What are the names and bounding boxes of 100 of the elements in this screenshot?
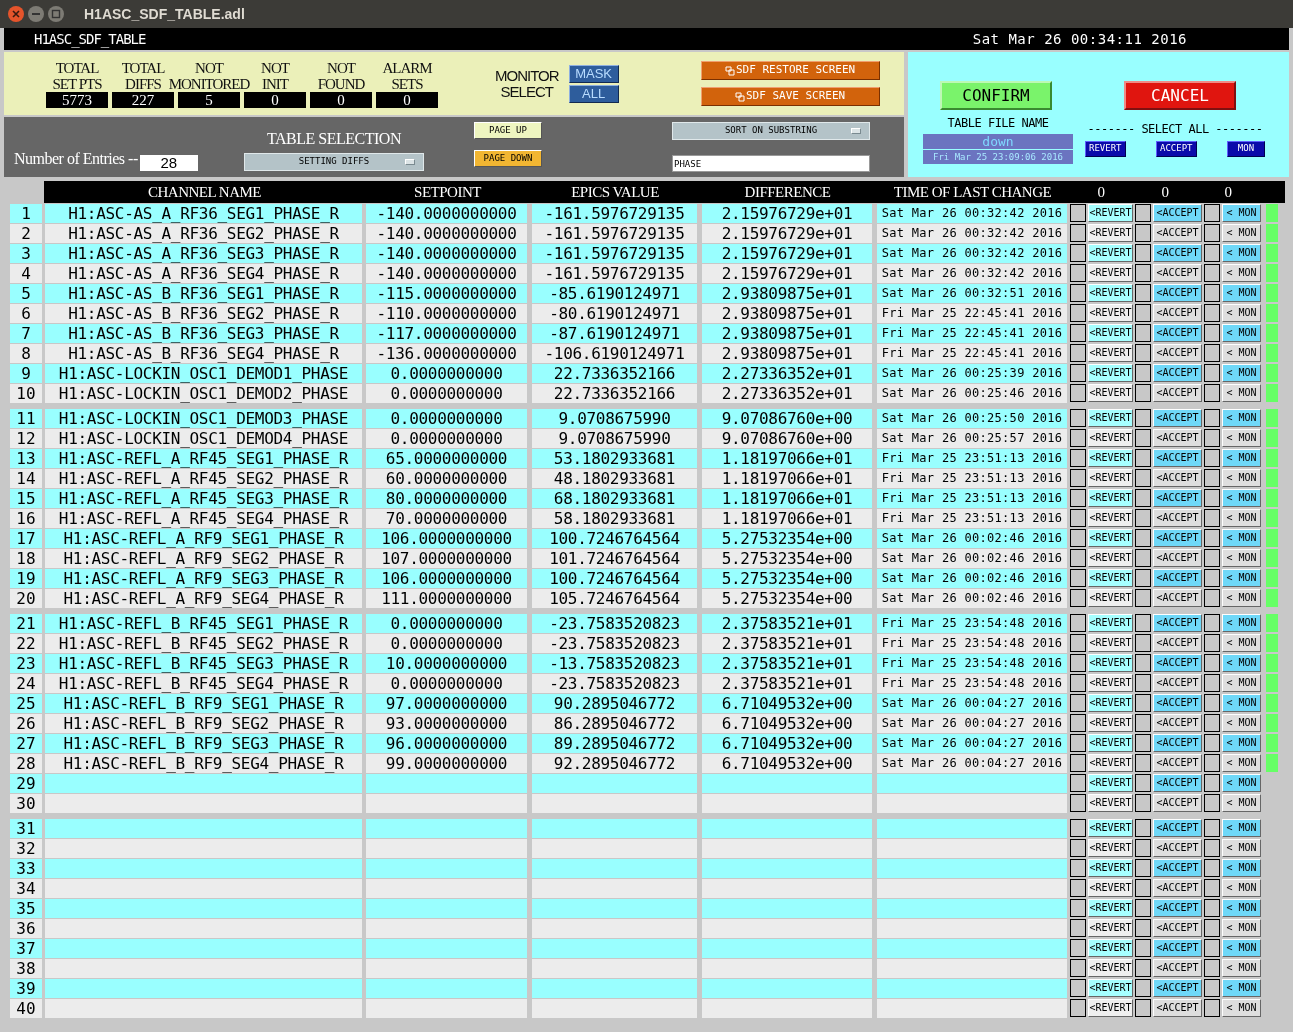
checkbox[interactable] [1070,794,1086,812]
revert-button[interactable]: <REVERT [1088,794,1133,812]
accept-button[interactable]: <ACCEPT [1153,734,1202,752]
monitor-option-button[interactable]: MASK [568,64,619,83]
revert-button[interactable]: <REVERT [1088,384,1133,402]
sort-dropdown[interactable]: SORT ON SUBSTRING [672,122,870,140]
revert-button[interactable]: <REVERT [1088,734,1133,752]
revert-button[interactable]: <REVERT [1088,589,1133,607]
monitor-button[interactable]: < MON [1222,899,1261,917]
revert-button[interactable]: <REVERT [1088,409,1133,427]
revert-button[interactable]: <REVERT [1088,939,1133,957]
checkbox[interactable] [1204,449,1220,467]
revert-button[interactable]: <REVERT [1088,674,1133,692]
revert-button[interactable]: <REVERT [1088,899,1133,917]
monitor-button[interactable]: < MON [1222,879,1261,897]
close-button[interactable] [8,6,24,22]
checkbox[interactable] [1070,979,1086,997]
checkbox[interactable] [1070,589,1086,607]
checkbox[interactable] [1135,979,1151,997]
checkbox[interactable] [1135,244,1151,262]
checkbox[interactable] [1070,204,1086,222]
revert-button[interactable]: <REVERT [1088,549,1133,567]
monitor-button[interactable]: < MON [1222,224,1261,242]
accept-button[interactable]: <ACCEPT [1153,449,1202,467]
monitor-button[interactable]: < MON [1222,959,1261,977]
accept-button[interactable]: <ACCEPT [1153,384,1202,402]
monitor-button[interactable]: < MON [1222,999,1261,1017]
checkbox[interactable] [1070,469,1086,487]
checkbox[interactable] [1070,819,1086,837]
accept-button[interactable]: <ACCEPT [1153,569,1202,587]
checkbox[interactable] [1204,469,1220,487]
monitor-button[interactable]: < MON [1222,589,1261,607]
revert-button[interactable]: <REVERT [1088,919,1133,937]
accept-button[interactable]: <ACCEPT [1153,509,1202,527]
revert-button[interactable]: <REVERT [1088,509,1133,527]
checkbox[interactable] [1135,409,1151,427]
checkbox[interactable] [1135,734,1151,752]
checkbox[interactable] [1204,734,1220,752]
accept-button[interactable]: <ACCEPT [1153,344,1202,362]
accept-button[interactable]: <ACCEPT [1153,589,1202,607]
checkbox[interactable] [1204,324,1220,342]
select-all-button[interactable]: ACCEPT [1156,141,1197,157]
checkbox[interactable] [1135,774,1151,792]
checkbox[interactable] [1204,589,1220,607]
accept-button[interactable]: <ACCEPT [1153,264,1202,282]
checkbox[interactable] [1135,264,1151,282]
checkbox[interactable] [1204,939,1220,957]
checkbox[interactable] [1204,614,1220,632]
checkbox[interactable] [1135,549,1151,567]
accept-button[interactable]: <ACCEPT [1153,409,1202,427]
accept-button[interactable]: <ACCEPT [1153,304,1202,322]
checkbox[interactable] [1135,919,1151,937]
checkbox[interactable] [1204,284,1220,302]
revert-button[interactable]: <REVERT [1088,714,1133,732]
monitor-button[interactable]: < MON [1222,284,1261,302]
checkbox[interactable] [1204,794,1220,812]
checkbox[interactable] [1135,634,1151,652]
revert-button[interactable]: <REVERT [1088,529,1133,547]
accept-button[interactable]: <ACCEPT [1153,284,1202,302]
checkbox[interactable] [1070,774,1086,792]
checkbox[interactable] [1204,879,1220,897]
checkbox[interactable] [1204,999,1220,1017]
checkbox[interactable] [1135,509,1151,527]
revert-button[interactable]: <REVERT [1088,429,1133,447]
accept-button[interactable]: <ACCEPT [1153,674,1202,692]
checkbox[interactable] [1135,614,1151,632]
checkbox[interactable] [1204,489,1220,507]
revert-button[interactable]: <REVERT [1088,859,1133,877]
revert-button[interactable]: <REVERT [1088,449,1133,467]
checkbox[interactable] [1070,264,1086,282]
revert-button[interactable]: <REVERT [1088,634,1133,652]
revert-button[interactable]: <REVERT [1088,614,1133,632]
monitor-button[interactable]: < MON [1222,634,1261,652]
checkbox[interactable] [1070,509,1086,527]
checkbox[interactable] [1135,384,1151,402]
checkbox[interactable] [1070,549,1086,567]
checkbox[interactable] [1135,839,1151,857]
revert-button[interactable]: <REVERT [1088,344,1133,362]
table-selection-dropdown[interactable]: SETTING DIFFS [244,153,424,171]
accept-button[interactable]: <ACCEPT [1153,859,1202,877]
checkbox[interactable] [1070,324,1086,342]
monitor-button[interactable]: < MON [1222,734,1261,752]
checkbox[interactable] [1135,654,1151,672]
checkbox[interactable] [1135,429,1151,447]
monitor-button[interactable]: < MON [1222,384,1261,402]
checkbox[interactable] [1135,304,1151,322]
checkbox[interactable] [1204,509,1220,527]
checkbox[interactable] [1204,694,1220,712]
cancel-button[interactable]: CANCEL [1124,81,1236,110]
select-all-button[interactable]: MON [1227,141,1265,157]
checkbox[interactable] [1070,429,1086,447]
revert-button[interactable]: <REVERT [1088,754,1133,772]
checkbox[interactable] [1070,694,1086,712]
accept-button[interactable]: <ACCEPT [1153,899,1202,917]
checkbox[interactable] [1135,324,1151,342]
checkbox[interactable] [1135,364,1151,382]
accept-button[interactable]: <ACCEPT [1153,634,1202,652]
revert-button[interactable]: <REVERT [1088,284,1133,302]
checkbox[interactable] [1204,244,1220,262]
checkbox[interactable] [1204,979,1220,997]
